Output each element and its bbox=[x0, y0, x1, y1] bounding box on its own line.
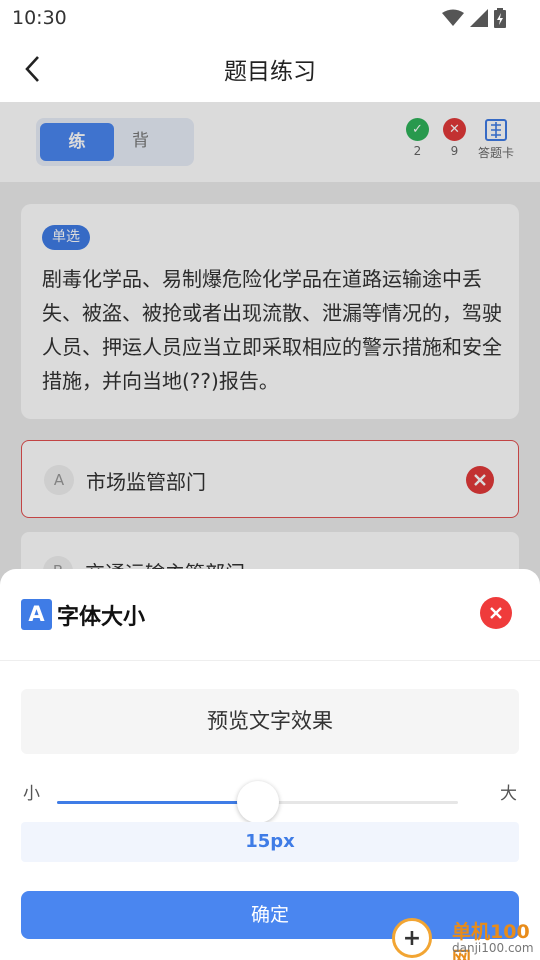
close-button[interactable] bbox=[480, 597, 512, 629]
slider-thumb[interactable] bbox=[236, 781, 279, 823]
watermark: + 单机100网 danji100.com bbox=[392, 914, 540, 960]
current-font-size: 15px bbox=[21, 822, 519, 862]
font-size-slider[interactable] bbox=[57, 781, 458, 823]
font-size-sheet: A 字体大小 预览文字效果 小 大 15px 确定 bbox=[0, 569, 540, 960]
font-size-icon: A bbox=[21, 599, 52, 630]
status-bar: 10:30 bbox=[0, 0, 540, 36]
close-icon bbox=[490, 607, 502, 619]
wifi-icon bbox=[442, 9, 464, 26]
status-icons bbox=[442, 8, 506, 28]
watermark-logo-icon: + bbox=[392, 918, 432, 958]
app-header: 题目练习 bbox=[0, 36, 540, 102]
sheet-header: A 字体大小 bbox=[0, 569, 540, 661]
slider-max-label: 大 bbox=[500, 784, 517, 804]
battery-icon bbox=[494, 8, 506, 28]
signal-icon bbox=[470, 9, 488, 27]
status-time: 10:30 bbox=[12, 7, 67, 29]
sheet-title: 字体大小 bbox=[57, 605, 146, 630]
preview-text: 预览文字效果 bbox=[21, 689, 519, 754]
page-title: 题目练习 bbox=[224, 59, 316, 85]
watermark-line2: danji100.com bbox=[452, 941, 534, 955]
slider-fill bbox=[57, 801, 258, 804]
slider-min-label: 小 bbox=[23, 784, 40, 804]
